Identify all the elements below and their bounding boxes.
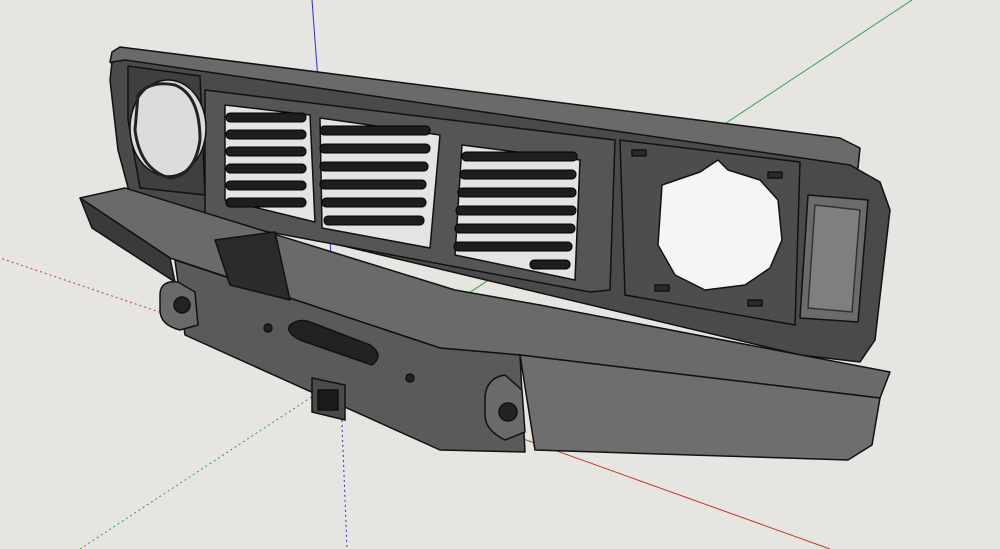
hitch-opening	[317, 389, 339, 411]
right-shackle-hole	[498, 402, 518, 422]
bolt-hole	[405, 373, 415, 383]
scene-canvas[interactable]	[0, 0, 1000, 549]
right-housing-tab	[767, 171, 783, 179]
right-housing-tab	[747, 299, 763, 307]
3d-modeling-viewport[interactable]	[0, 0, 1000, 549]
right-housing-tab	[654, 284, 670, 292]
slats-right-vent	[453, 151, 578, 270]
bolt-hole	[263, 323, 273, 333]
green-axis-negative	[79, 374, 346, 549]
left-shackle-hole	[173, 296, 191, 314]
right-turn-signal-lens	[807, 204, 861, 313]
right-housing-tab	[631, 149, 647, 157]
